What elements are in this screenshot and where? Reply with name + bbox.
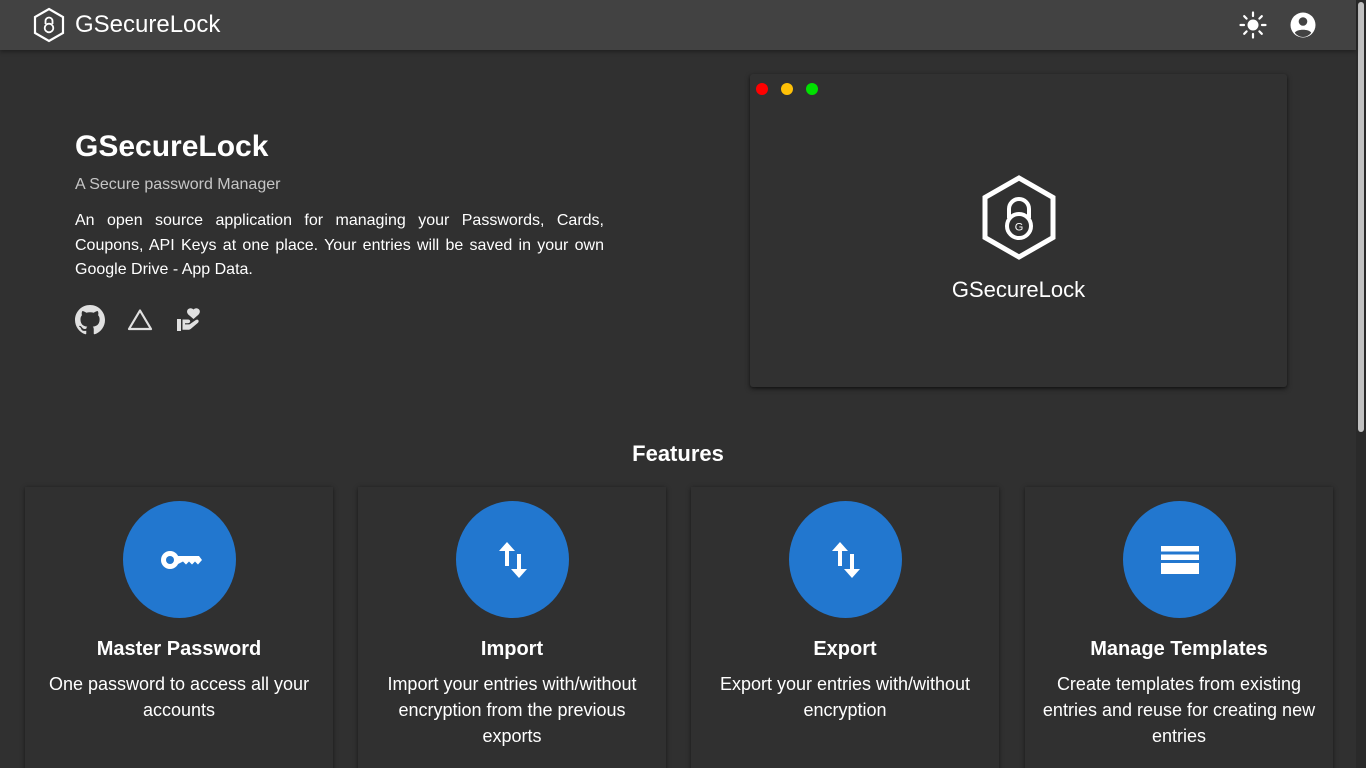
app-bar: GSecureLock (0, 0, 1356, 50)
feature-description: Export your entries with/without encrypt… (719, 674, 971, 720)
feature-icon-circle (123, 501, 236, 618)
preview-app-title: GSecureLock (951, 277, 1086, 302)
feature-title: Import (480, 638, 544, 660)
feature-card-manage-templates: Manage Templates Create templates from e… (1025, 487, 1333, 768)
scrollbar-thumb[interactable] (1358, 2, 1364, 432)
feature-title: Export (813, 638, 877, 660)
feature-card-export: Export Export your entries with/without … (691, 487, 999, 768)
padlock-hexagon-icon[interactable] (32, 7, 66, 43)
key-icon (160, 550, 202, 569)
swap-vertical-icon (498, 541, 527, 578)
feature-card-import: Import Import your entries with/without … (358, 487, 666, 768)
window-close-dot (756, 83, 768, 95)
feature-title: Manage Templates (1090, 638, 1268, 660)
hero-subtitle: A Secure password Manager (75, 176, 281, 193)
sun-icon[interactable] (1238, 10, 1268, 40)
logo-letter: G (1015, 222, 1024, 234)
github-icon[interactable] (75, 305, 105, 335)
feature-icon-circle (456, 501, 569, 618)
feature-title: Master Password (96, 638, 262, 660)
window-minimize-dot (781, 83, 793, 95)
swap-vertical-icon (831, 541, 860, 578)
hero-title: GSecureLock (75, 130, 269, 163)
feature-icon-circle (1123, 501, 1236, 618)
page-scrollbar[interactable] (1356, 0, 1366, 768)
app-preview-window: G GSecureLock (750, 74, 1287, 387)
view-list-icon (1160, 545, 1199, 574)
features-heading: Features (632, 441, 724, 466)
app-title[interactable]: GSecureLock (75, 11, 220, 39)
feature-icon-circle (789, 501, 902, 618)
window-maximize-dot (806, 83, 818, 95)
padlock-hexagon-logo-icon: G (982, 175, 1056, 260)
google-drive-icon[interactable] (125, 305, 155, 335)
feature-description: Import your entries with/without encrypt… (387, 674, 637, 746)
donate-heart-hand-icon[interactable] (174, 305, 204, 335)
account-circle-icon[interactable] (1288, 10, 1318, 40)
feature-description: One password to access all your accounts (48, 674, 310, 720)
feature-description: Create templates from existing entries a… (1042, 674, 1316, 746)
feature-card-master-password: Master Password One password to access a… (25, 487, 333, 768)
hero-description: An open source application for managing … (75, 212, 604, 278)
